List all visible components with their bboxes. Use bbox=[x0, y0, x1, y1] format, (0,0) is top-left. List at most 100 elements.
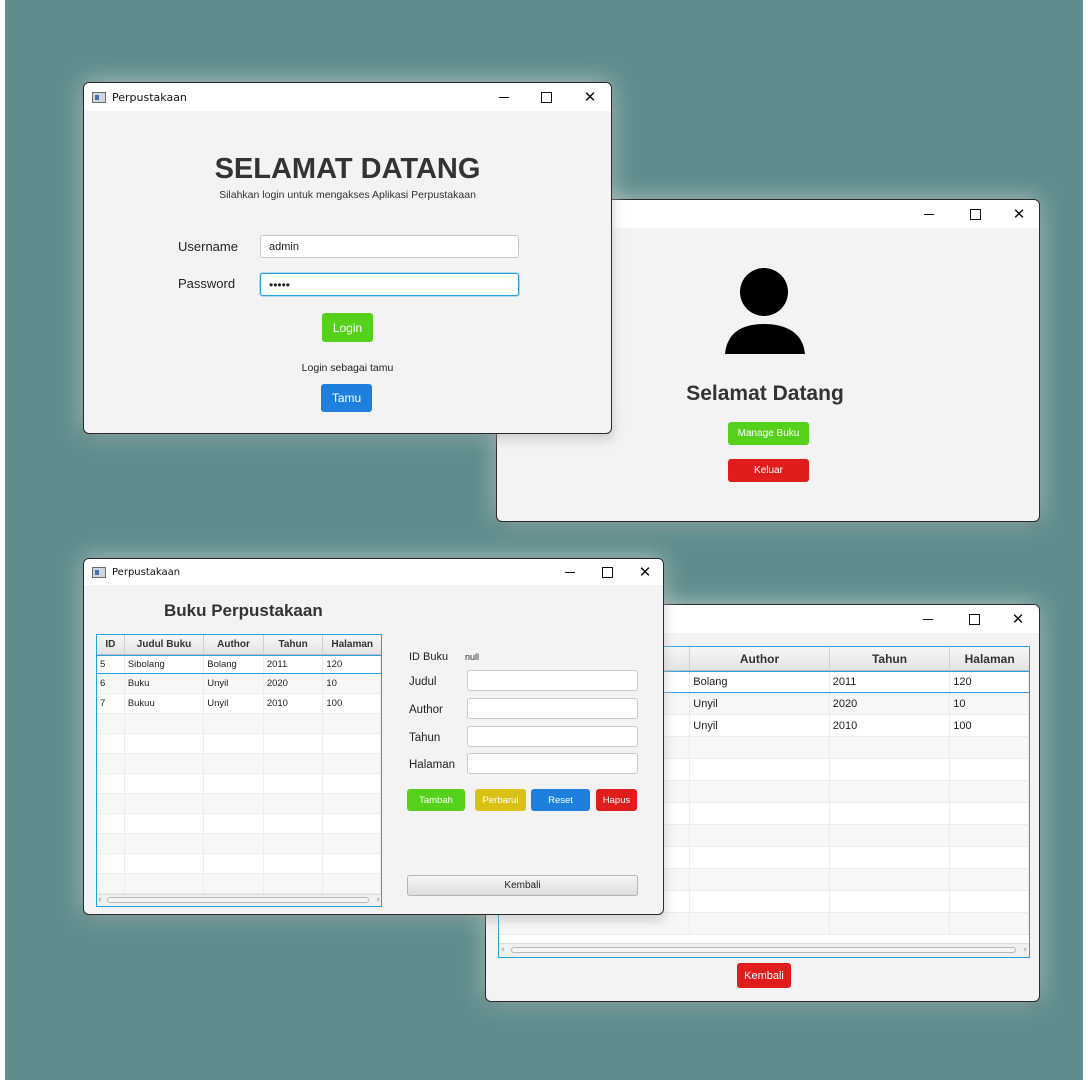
horizontal-scrollbar[interactable]: ‹ › bbox=[499, 943, 1029, 957]
id-buku-value: null bbox=[465, 652, 480, 662]
empty-row bbox=[97, 814, 381, 834]
hapus-button[interactable]: Hapus bbox=[596, 789, 637, 811]
admin-books-window: Perpustakaan ✕ Buku Perpustakaan ID Judu… bbox=[83, 558, 664, 915]
table-cell: Unyil bbox=[690, 693, 830, 714]
empty-row bbox=[97, 834, 381, 854]
judul-input[interactable] bbox=[467, 670, 638, 691]
halaman-label: Halaman bbox=[409, 759, 456, 771]
close-icon[interactable]: ✕ bbox=[570, 83, 610, 111]
column-header-author[interactable]: Author bbox=[204, 635, 264, 654]
halaman-input[interactable] bbox=[467, 753, 638, 774]
maximize-icon[interactable] bbox=[955, 200, 995, 228]
login-button[interactable]: Login bbox=[322, 313, 373, 342]
empty-row bbox=[97, 754, 381, 774]
empty-row bbox=[97, 774, 381, 794]
judul-label: Judul bbox=[409, 676, 437, 688]
username-label: Username bbox=[178, 239, 238, 254]
login-subtitle: Silahkan login untuk mengakses Aplikasi … bbox=[219, 189, 476, 201]
app-icon bbox=[92, 566, 106, 578]
minimize-icon[interactable] bbox=[550, 559, 590, 585]
table-cell: 6 bbox=[97, 674, 125, 693]
table-header: ID Judul Buku Author Tahun Halaman bbox=[97, 635, 381, 655]
column-header-author[interactable]: Author bbox=[690, 647, 830, 670]
empty-row bbox=[97, 854, 381, 874]
table-cell: 5 bbox=[97, 656, 125, 673]
scroll-right-icon[interactable]: › bbox=[1023, 945, 1027, 955]
minimize-icon[interactable] bbox=[908, 605, 948, 633]
keluar-button[interactable]: Keluar bbox=[728, 459, 809, 482]
close-icon[interactable]: ✕ bbox=[998, 605, 1038, 633]
guest-login-text: Login sebagai tamu bbox=[301, 362, 394, 374]
close-icon[interactable]: ✕ bbox=[999, 200, 1039, 228]
table-row[interactable]: 6 Buku Unyil 2020 10 bbox=[97, 674, 381, 694]
scroll-right-icon[interactable]: › bbox=[376, 895, 380, 905]
table-cell: 10 bbox=[950, 693, 1029, 714]
table-cell: Bukuu bbox=[125, 694, 205, 713]
empty-row bbox=[97, 714, 381, 734]
tamu-button[interactable]: Tamu bbox=[321, 384, 372, 412]
maximize-icon[interactable] bbox=[954, 605, 994, 633]
column-header-tahun[interactable]: Tahun bbox=[830, 647, 951, 670]
table-cell: 100 bbox=[323, 694, 381, 713]
books-heading: Buku Perpustakaan bbox=[164, 601, 323, 620]
table-cell: 2020 bbox=[830, 693, 951, 714]
empty-row bbox=[499, 913, 1029, 935]
window-title: Perpustakaan bbox=[112, 566, 181, 578]
table-cell: Buku bbox=[125, 674, 205, 693]
table-cell: Bolang bbox=[690, 672, 830, 692]
horizontal-scrollbar[interactable]: ‹ › bbox=[97, 894, 381, 906]
table-cell: Unyil bbox=[690, 715, 830, 736]
app-icon bbox=[92, 91, 106, 103]
empty-row bbox=[97, 874, 381, 894]
password-label: Password bbox=[178, 276, 236, 291]
table-cell: Sibolang bbox=[125, 656, 205, 673]
column-header-tahun[interactable]: Tahun bbox=[264, 635, 324, 654]
table-row[interactable]: 7 Bukuu Unyil 2010 100 bbox=[97, 694, 381, 714]
table-cell: 100 bbox=[950, 715, 1029, 736]
column-header-halaman[interactable]: Halaman bbox=[323, 635, 381, 654]
table-cell: 2010 bbox=[830, 715, 951, 736]
column-header-id[interactable]: ID bbox=[97, 635, 125, 654]
minimize-icon[interactable] bbox=[484, 83, 524, 111]
maximize-icon[interactable] bbox=[526, 83, 566, 111]
table-row[interactable]: 5 Sibolang Bolang 2011 120 bbox=[97, 655, 381, 674]
user-avatar-icon bbox=[725, 268, 805, 354]
table-cell: 2020 bbox=[264, 674, 324, 693]
login-window: Perpustakaan ✕ SELAMAT DATANG Silahkan l… bbox=[83, 82, 612, 434]
author-label: Author bbox=[409, 704, 443, 716]
scroll-left-icon[interactable]: ‹ bbox=[98, 895, 102, 905]
table-cell: Unyil bbox=[204, 694, 264, 713]
minimize-icon[interactable] bbox=[909, 200, 949, 228]
author-input[interactable] bbox=[467, 698, 638, 719]
admin-titlebar: Perpustakaan ✕ bbox=[84, 559, 663, 585]
login-titlebar: Perpustakaan ✕ bbox=[84, 83, 611, 111]
table-cell: 2011 bbox=[264, 656, 324, 673]
table-cell: 2010 bbox=[264, 694, 324, 713]
admin-books-table[interactable]: ID Judul Buku Author Tahun Halaman 5 Sib… bbox=[96, 634, 382, 907]
table-cell: 120 bbox=[323, 656, 381, 673]
scrollbar-thumb[interactable] bbox=[107, 897, 369, 903]
perbarui-button[interactable]: Perbarui bbox=[475, 789, 526, 811]
table-cell: 120 bbox=[950, 672, 1029, 692]
scroll-left-icon[interactable]: ‹ bbox=[501, 945, 505, 955]
password-input[interactable]: ••••• bbox=[260, 273, 519, 296]
column-header-halaman[interactable]: Halaman bbox=[950, 647, 1029, 670]
table-cell: 10 bbox=[323, 674, 381, 693]
tambah-button[interactable]: Tambah bbox=[407, 789, 465, 811]
scrollbar-thumb[interactable] bbox=[511, 947, 1016, 953]
tahun-input[interactable] bbox=[467, 726, 638, 747]
close-icon[interactable]: ✕ bbox=[625, 559, 663, 585]
login-heading: SELAMAT DATANG bbox=[214, 153, 481, 185]
reset-button[interactable]: Reset bbox=[531, 789, 590, 811]
empty-row bbox=[97, 734, 381, 754]
manage-buku-button[interactable]: Manage Buku bbox=[728, 422, 809, 445]
maximize-icon[interactable] bbox=[587, 559, 627, 585]
username-input[interactable]: admin bbox=[260, 235, 519, 258]
kembali-button[interactable]: Kembali bbox=[737, 963, 791, 988]
table-cell: Bolang bbox=[204, 656, 264, 673]
table-cell: Unyil bbox=[204, 674, 264, 693]
table-cell: 7 bbox=[97, 694, 125, 713]
window-title: Perpustakaan bbox=[112, 90, 187, 104]
column-header-judul[interactable]: Judul Buku bbox=[125, 635, 205, 654]
kembali-button[interactable]: Kembali bbox=[407, 875, 638, 896]
